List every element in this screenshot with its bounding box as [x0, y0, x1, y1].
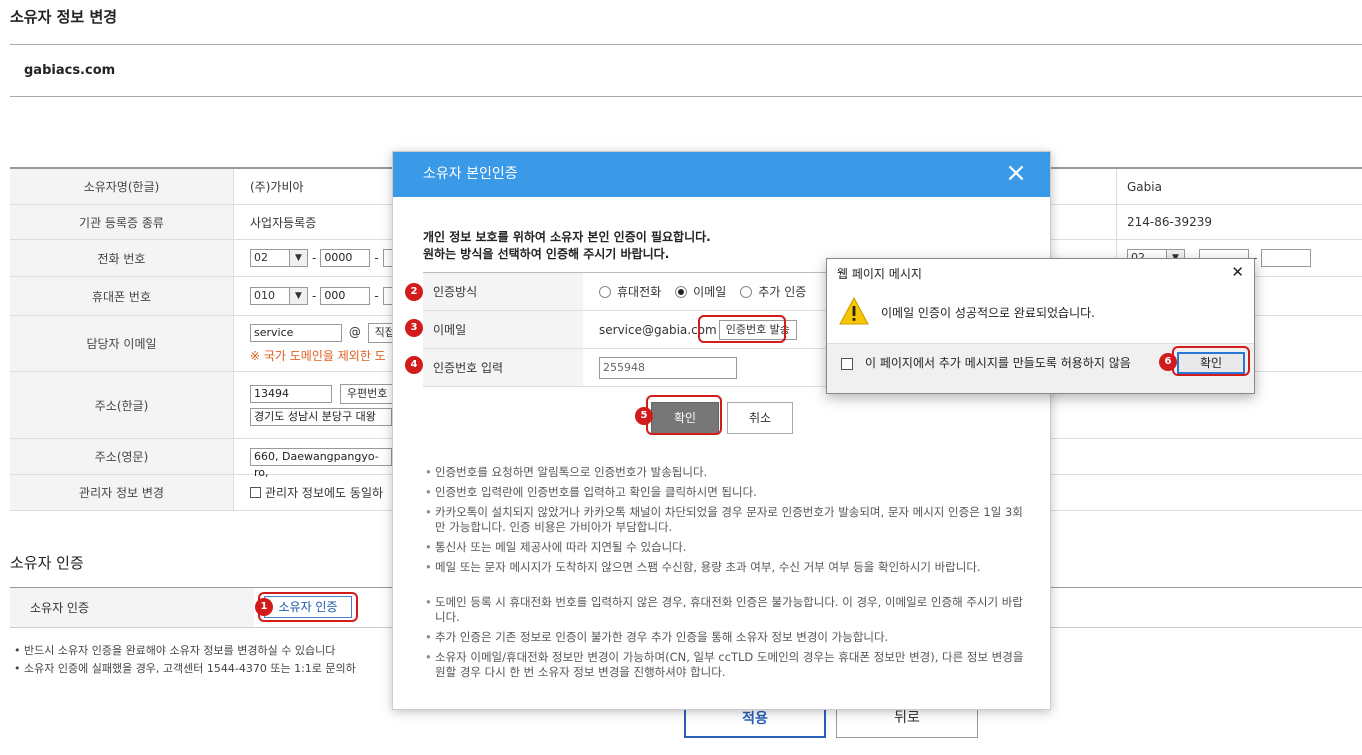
owner-name-en-value: Gabia — [1116, 169, 1162, 204]
modal-cancel-button[interactable]: 취소 — [727, 402, 793, 434]
alert-title: 웹 페이지 메시지 — [837, 267, 922, 281]
zip-search-button[interactable]: 우편번호 — [339, 384, 395, 404]
radio-extra[interactable] — [740, 285, 753, 298]
step-badge-1: 1 — [255, 598, 273, 616]
zip-input[interactable]: 13494 — [250, 385, 332, 403]
owner-name-label: 소유자명(한글) — [10, 169, 234, 204]
suppress-messages-label: 이 페이지에서 추가 메시지를 만들도록 허용하지 않음 — [865, 356, 1131, 370]
radio-phone-label: 휴대전화 — [617, 285, 662, 299]
warning-icon — [839, 297, 869, 325]
phone-last-input-2[interactable] — [1261, 249, 1312, 267]
page-title: 소유자 정보 변경 — [10, 8, 118, 26]
suppress-messages-checkbox[interactable] — [841, 358, 853, 370]
modal-title: 소유자 본인인증 — [393, 152, 1050, 197]
radio-email-label: 이메일 — [693, 285, 727, 299]
auth-label: 소유자 인증 — [10, 588, 254, 627]
address-en-label: 주소(영문) — [10, 439, 234, 474]
modal-note: 카카오톡이 설치되지 않았거나 카카오톡 채널이 차단되었을 경우 문자로 인증… — [425, 505, 1025, 535]
radio-extra-label: 추가 인증 — [758, 285, 807, 299]
auth-section-title: 소유자 인증 — [10, 554, 84, 572]
email-local-input[interactable]: service — [250, 324, 342, 342]
email-warning: ※ 국가 도메인을 제외한 도 — [250, 349, 386, 363]
step-badge-6: 6 — [1159, 353, 1177, 371]
email-label: 담당자 이메일 — [10, 316, 234, 371]
highlight-box — [258, 592, 358, 622]
modal-note: 추가 인증은 기존 정보로 인증이 불가한 경우 추가 인증을 통해 소유자 정… — [425, 630, 1025, 645]
chevron-down-icon: ▼ — [289, 288, 307, 304]
modal-note: 통신사 또는 메일 제공사에 따라 지연될 수 있습니다. — [425, 540, 1025, 555]
phone-label: 전화 번호 — [10, 240, 234, 276]
divider — [10, 96, 1362, 97]
step-badge-5: 5 — [635, 407, 653, 425]
admin-same-checkbox[interactable] — [250, 487, 261, 498]
step-badge-3: 3 — [405, 319, 423, 337]
modal-note: 인증번호 입력란에 인증번호를 입력하고 확인을 클릭하시면 됩니다. — [425, 485, 1025, 500]
auth-note-2: • 소유자 인증에 실패했을 경우, 고객센터 1544-4370 또는 1:1… — [14, 662, 356, 675]
address-ko-input[interactable]: 경기도 성남시 분당구 대왕 — [250, 408, 392, 426]
code-label: 인증번호 입력 — [423, 349, 583, 386]
modal-note: 메일 또는 문자 메시지가 도착하지 않으면 스팸 수신함, 용량 초과 여부,… — [425, 560, 1025, 575]
modal-desc-line1: 개인 정보 보호를 위하여 소유자 본인 인증이 필요합니다. — [423, 230, 711, 244]
phone-mid-input[interactable]: 0000 — [320, 249, 371, 267]
close-icon[interactable]: ✕ — [1231, 263, 1244, 281]
radio-phone[interactable] — [599, 285, 611, 298]
address-ko-label: 주소(한글) — [10, 372, 234, 438]
admin-check-label: 관리자 정보에도 동일하 — [265, 486, 384, 500]
mobile-mid-input[interactable]: 000 — [320, 287, 371, 305]
radio-email[interactable] — [675, 285, 688, 298]
auth-note-1: • 반드시 소유자 인증을 완료해야 소유자 정보를 변경하실 수 있습니다 — [14, 644, 336, 657]
chevron-down-icon: ▼ — [289, 250, 307, 266]
step-badge-4: 4 — [405, 356, 423, 374]
highlight-box — [646, 395, 722, 435]
modal-note: 소유자 이메일/휴대전화 정보만 변경이 가능하며(CN, 일부 ccTLD 도… — [425, 650, 1025, 680]
mobile-prefix-select[interactable]: 010 ▼ — [250, 287, 308, 305]
highlight-box — [698, 315, 786, 343]
divider — [10, 44, 1362, 45]
email-label: 이메일 — [423, 311, 583, 348]
close-icon[interactable]: × — [1004, 160, 1028, 186]
highlight-box — [1172, 346, 1250, 376]
org-type-label: 기관 등록증 종류 — [10, 205, 234, 239]
alert-message: 이메일 인증이 성공적으로 완료되었습니다. — [881, 306, 1095, 320]
org-type-value: 사업자등록증 — [250, 215, 317, 230]
step-badge-2: 2 — [405, 283, 423, 301]
code-input[interactable]: 255948 — [599, 356, 737, 379]
address-en-input[interactable]: 660, Daewangpangyo-ro, — [250, 447, 392, 479]
org-number-value: 214-86-39239 — [1116, 205, 1212, 239]
domain-name: gabiacs.com — [24, 63, 116, 78]
modal-desc-line2: 원하는 방식을 선택하여 인증해 주시기 바랍니다. — [423, 247, 670, 261]
method-label: 인증방식 — [423, 273, 583, 310]
modal-note: 인증번호를 요청하면 알림톡으로 인증번호가 발송됩니다. — [425, 465, 1025, 480]
mobile-label: 휴대폰 번호 — [10, 277, 234, 315]
owner-name-value: (주)가비아 — [250, 180, 304, 194]
admin-label: 관리자 정보 변경 — [10, 475, 234, 510]
modal-note: 도메인 등록 시 휴대전화 번호를 입력하지 않은 경우, 휴대전화 인증은 불… — [425, 595, 1025, 625]
phone-area-select[interactable]: 02 ▼ — [250, 249, 308, 267]
